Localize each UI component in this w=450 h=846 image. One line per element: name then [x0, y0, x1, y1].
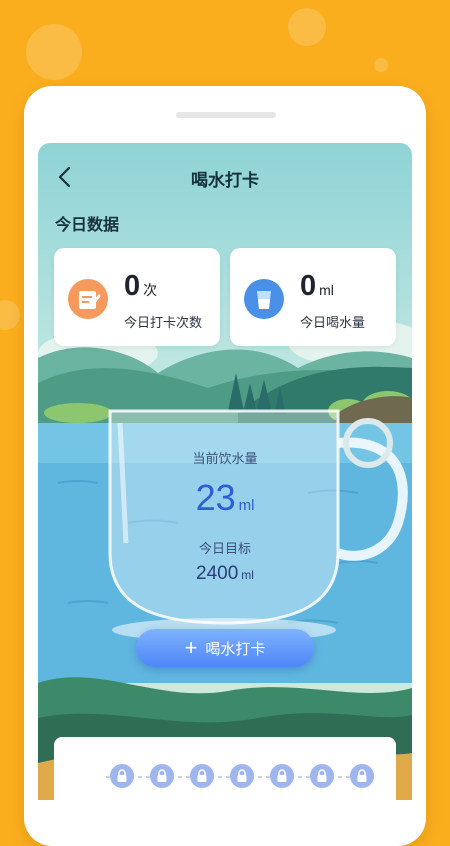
water-cup-icon [244, 279, 284, 319]
lock-icon [310, 764, 334, 788]
lock-icon [230, 764, 254, 788]
decorative-circle [288, 8, 326, 46]
section-title: 今日数据 [55, 217, 120, 234]
checkin-count-label: 今日打卡次数 [124, 315, 203, 330]
daily-goal-label: 今日目标 [198, 541, 251, 556]
lock-icon [110, 764, 134, 788]
clipboard-icon [68, 279, 108, 319]
decorative-circle [0, 300, 20, 330]
lock-icon [190, 764, 214, 788]
nav-bar: 喝水打卡 [38, 159, 412, 195]
current-intake-value: 23 ml [195, 477, 255, 518]
checkin-button-label: 喝水打卡 [205, 640, 266, 658]
checkin-count-value: 0次 [124, 270, 158, 302]
water-amount-value: 0 ml [300, 270, 334, 302]
lock-icon [150, 764, 174, 788]
decorative-circle [26, 24, 82, 80]
checkin-count-card: 0次 今日打卡次数 [54, 248, 220, 346]
lock-icon [350, 764, 374, 788]
checkin-progress-panel [54, 737, 396, 800]
phone-speaker [176, 112, 276, 118]
daily-goal-value: 2400 ml [196, 563, 254, 584]
lock-icon [270, 764, 294, 788]
water-amount-label: 今日喝水量 [300, 315, 366, 330]
app-screen: 喝水打卡 今日数据 0次 今日打卡次数 0 ml 今日喝水量 当前饮水量 23 ml… [38, 143, 412, 800]
checkin-button[interactable]: + 喝水打卡 [136, 629, 314, 667]
page-title: 喝水打卡 [191, 171, 259, 190]
current-intake-label: 当前饮水量 [192, 451, 258, 466]
plus-icon: + [184, 635, 198, 660]
water-amount-card: 0 ml 今日喝水量 [230, 248, 396, 346]
lake-scene-illustration [38, 319, 412, 800]
decorative-circle [374, 58, 388, 72]
